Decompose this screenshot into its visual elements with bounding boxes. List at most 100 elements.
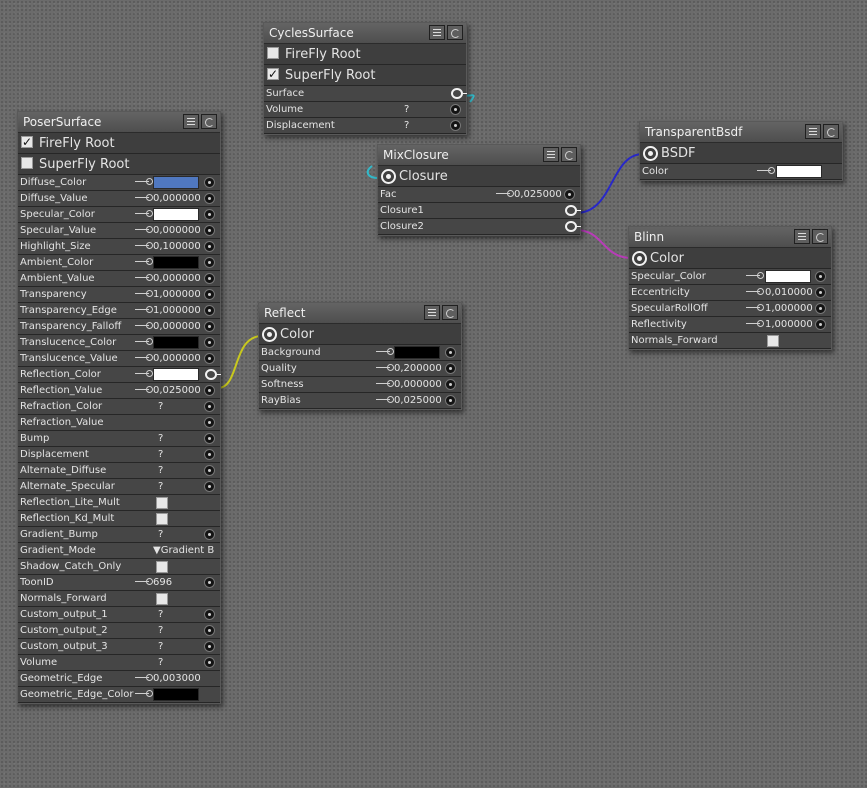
node-refresh-button[interactable]: [561, 147, 577, 162]
key-icon[interactable]: [746, 320, 764, 328]
node-menu-button[interactable]: [805, 124, 821, 139]
numeric-value[interactable]: 0,000000: [153, 319, 201, 335]
key-icon[interactable]: [135, 690, 153, 698]
input-plug-icon[interactable]: [204, 641, 215, 652]
surface-input-connected-plug[interactable]: [451, 88, 467, 99]
numeric-value[interactable]: 0,000000: [394, 377, 442, 393]
mix-closure-node[interactable]: MixClosure Closure Fac 0,025000 Closure1…: [377, 144, 581, 236]
input-plug-icon[interactable]: [204, 289, 215, 300]
numeric-value[interactable]: 0,000000: [153, 191, 201, 207]
numeric-value[interactable]: 0,100000: [153, 239, 201, 255]
key-icon[interactable]: [135, 578, 153, 586]
color-swatch[interactable]: [765, 270, 811, 283]
node-header[interactable]: MixClosure: [378, 145, 580, 166]
node-refresh-button[interactable]: [201, 114, 217, 129]
reflection-color-connected-plug[interactable]: [205, 369, 221, 380]
input-plug-icon[interactable]: [204, 385, 215, 396]
input-plug-icon[interactable]: [445, 363, 456, 374]
node-header[interactable]: CyclesSurface: [264, 23, 466, 44]
numeric-value[interactable]: 0,010000: [765, 285, 813, 301]
input-plug-icon[interactable]: [204, 433, 215, 444]
color-swatch[interactable]: [394, 346, 440, 359]
key-icon[interactable]: [135, 242, 153, 250]
key-icon[interactable]: [135, 306, 153, 314]
parameter-checkbox[interactable]: [156, 513, 168, 525]
key-icon[interactable]: [135, 354, 153, 362]
gradient-mode-dropdown[interactable]: ▼Gradient B: [153, 543, 214, 559]
color-swatch[interactable]: [153, 688, 199, 701]
input-plug-icon[interactable]: [204, 353, 215, 364]
color-swatch[interactable]: [153, 368, 199, 381]
key-icon[interactable]: [135, 290, 153, 298]
output-socket-icon[interactable]: [262, 327, 277, 342]
input-plug-icon[interactable]: [815, 319, 826, 330]
key-icon[interactable]: [135, 226, 153, 234]
input-plug-icon[interactable]: [445, 347, 456, 358]
input-plug-icon[interactable]: [204, 401, 215, 412]
wire-transparent-to-closure1[interactable]: [575, 153, 644, 214]
key-icon[interactable]: [757, 167, 775, 175]
input-plug-icon[interactable]: [204, 417, 215, 428]
numeric-value[interactable]: 0,025000: [394, 393, 442, 409]
input-plug-icon[interactable]: [815, 303, 826, 314]
key-icon[interactable]: [376, 348, 394, 356]
cycles-surface-node[interactable]: CyclesSurface FireFly Root ✓ SuperFly Ro…: [263, 22, 467, 135]
input-plug-icon[interactable]: [204, 305, 215, 316]
input-plug-icon[interactable]: [204, 337, 215, 348]
input-plug-icon[interactable]: [204, 225, 215, 236]
key-icon[interactable]: [376, 364, 394, 372]
input-plug-icon[interactable]: [815, 287, 826, 298]
key-icon[interactable]: [135, 274, 153, 282]
numeric-value[interactable]: 696: [153, 575, 172, 591]
output-socket-icon[interactable]: [643, 146, 658, 161]
node-refresh-button[interactable]: [823, 124, 839, 139]
input-plug-icon[interactable]: [204, 577, 215, 588]
node-refresh-button[interactable]: [812, 229, 828, 244]
input-plug-icon[interactable]: [204, 529, 215, 540]
parameter-checkbox[interactable]: [156, 561, 168, 573]
parameter-checkbox[interactable]: [156, 497, 168, 509]
node-menu-button[interactable]: [794, 229, 810, 244]
numeric-value[interactable]: 1,000000: [765, 317, 813, 333]
parameter-checkbox[interactable]: [156, 593, 168, 605]
input-plug-icon[interactable]: [204, 209, 215, 220]
input-plug-icon[interactable]: [204, 465, 215, 476]
input-plug-icon[interactable]: [204, 449, 215, 460]
key-icon[interactable]: [135, 258, 153, 266]
superfly-root-checkbox[interactable]: ✓: [267, 68, 279, 80]
input-plug-icon[interactable]: [204, 625, 215, 636]
numeric-value[interactable]: 0,200000: [394, 361, 442, 377]
input-plug-icon[interactable]: [815, 271, 826, 282]
reflect-node[interactable]: Reflect Color Background Quality 0,20000…: [258, 302, 462, 410]
color-swatch[interactable]: [153, 256, 199, 269]
key-icon[interactable]: [135, 210, 153, 218]
input-plug-icon[interactable]: [204, 193, 215, 204]
numeric-value[interactable]: 0,003000: [153, 671, 201, 687]
node-header[interactable]: TransparentBsdf: [640, 122, 842, 143]
input-plug-icon[interactable]: [204, 657, 215, 668]
closure2-connected-plug[interactable]: [565, 221, 581, 232]
node-menu-button[interactable]: [429, 25, 445, 40]
input-plug-icon[interactable]: [204, 481, 215, 492]
input-plug-icon[interactable]: [450, 104, 461, 115]
node-menu-button[interactable]: [424, 305, 440, 320]
numeric-value[interactable]: 1,000000: [153, 287, 201, 303]
key-icon[interactable]: [135, 370, 153, 378]
firefly-root-checkbox[interactable]: ✓: [21, 136, 33, 148]
color-swatch[interactable]: [776, 165, 822, 178]
input-plug-icon[interactable]: [204, 273, 215, 284]
numeric-value[interactable]: 0,000000: [153, 223, 201, 239]
input-plug-icon[interactable]: [450, 120, 461, 131]
numeric-value[interactable]: 0,000000: [153, 351, 201, 367]
key-icon[interactable]: [746, 272, 764, 280]
wire-reflect-to-reflection-color[interactable]: [217, 335, 263, 389]
firefly-root-checkbox[interactable]: [267, 47, 279, 59]
color-swatch[interactable]: [153, 176, 199, 189]
node-refresh-button[interactable]: [447, 25, 463, 40]
key-icon[interactable]: [135, 338, 153, 346]
key-icon[interactable]: [376, 380, 394, 388]
numeric-value[interactable]: 0,025000: [153, 383, 201, 399]
poser-surface-node[interactable]: PoserSurface ✓ FireFly Root SuperFly Roo…: [17, 111, 221, 704]
node-menu-button[interactable]: [543, 147, 559, 162]
node-header[interactable]: PoserSurface: [18, 112, 220, 133]
